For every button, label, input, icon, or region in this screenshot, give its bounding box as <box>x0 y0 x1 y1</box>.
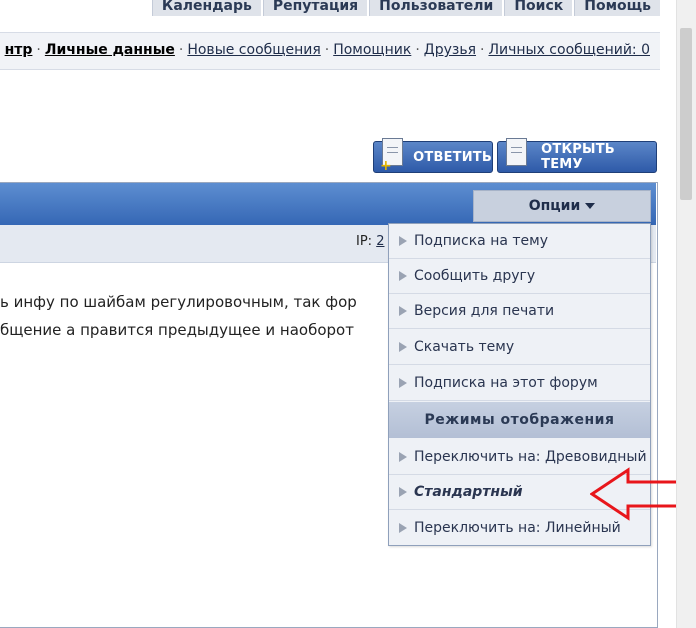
new-topic-button[interactable]: ОТКРЫТЬ ТЕМУ <box>497 138 657 173</box>
separator: · <box>36 42 41 58</box>
nav-search[interactable]: Поиск <box>504 0 573 16</box>
caret-down-icon <box>585 203 596 209</box>
user-links-bar: нтр · Личные данные · Новые сообщения · Помощн… <box>0 32 660 70</box>
reply-button[interactable]: + ОТВЕТИТЬ <box>373 138 493 174</box>
reply-button-label: ОТВЕТИТЬ <box>413 149 492 165</box>
menu-item-label: Переключить на: Древовидный <box>414 449 647 465</box>
post-text-line: бщение а правится предыдущее и наоборот <box>0 321 354 339</box>
link-control-center[interactable]: нтр <box>5 42 33 58</box>
menu-item-subscribe-topic[interactable]: Подписка на тему <box>389 224 650 259</box>
page-scrollbar[interactable] <box>676 0 696 628</box>
menu-item-label: Сообщить другу <box>414 268 536 284</box>
link-personal-data[interactable]: Личные данные <box>45 42 175 58</box>
menu-item-tell-friend[interactable]: Сообщить другу <box>389 259 650 294</box>
triangle-right-icon <box>399 378 407 388</box>
plus-icon: + <box>380 158 392 174</box>
menu-item-label: Версия для печати <box>414 303 555 319</box>
triangle-right-icon <box>399 342 407 352</box>
menu-item-print-version[interactable]: Версия для печати <box>389 294 650 329</box>
nav-reputation[interactable]: Репутация <box>262 0 368 16</box>
triangle-right-icon <box>399 452 407 462</box>
link-helper[interactable]: Помощник <box>333 42 411 58</box>
separator: · <box>415 42 420 58</box>
options-button[interactable]: Опции <box>473 190 651 222</box>
menu-item-label: Подписка на этот форум <box>414 375 598 391</box>
menu-item-label: Подписка на тему <box>414 233 549 249</box>
ip-info: IP: 2 <box>356 234 384 249</box>
menu-item-download-topic[interactable]: Скачать тему <box>389 330 650 365</box>
menu-item-label: Скачать тему <box>414 339 515 355</box>
triangle-right-icon <box>399 271 407 281</box>
top-nav: Календарь Репутация Пользователи Поиск П… <box>0 0 660 20</box>
options-label: Опции <box>528 198 581 214</box>
menu-item-label: Стандартный <box>414 484 523 500</box>
red-arrow-annotation <box>590 467 684 521</box>
triangle-right-icon <box>399 522 407 533</box>
user-links: нтр · Личные данные · Новые сообщения · Помощн… <box>5 42 650 58</box>
triangle-right-icon <box>399 487 407 497</box>
link-private-messages[interactable]: Личных сообщений: 0 <box>488 42 650 58</box>
link-friends[interactable]: Друзья <box>424 42 476 58</box>
document-icon <box>506 138 528 166</box>
new-topic-button-label: ОТКРЫТЬ ТЕМУ <box>541 142 615 172</box>
separator: · <box>178 42 184 58</box>
separator: · <box>324 42 330 58</box>
scrollbar-thumb[interactable] <box>680 28 692 200</box>
ip-link[interactable]: 2 <box>376 234 384 249</box>
ip-label: IP: <box>356 234 373 249</box>
nav-help[interactable]: Помощь <box>574 0 660 16</box>
top-nav-bar: Календарь Репутация Пользователи Поиск П… <box>151 0 660 20</box>
nav-calendar[interactable]: Календарь <box>151 0 261 16</box>
menu-item-subscribe-forum[interactable]: Подписка на этот форум <box>389 366 650 401</box>
display-modes-header: Режимы отображения <box>389 402 650 438</box>
triangle-right-icon <box>399 306 407 316</box>
separator: · <box>480 42 485 58</box>
link-new-messages[interactable]: Новые сообщения <box>187 42 320 58</box>
nav-users[interactable]: Пользователи <box>369 0 503 16</box>
post-text-line: ь инфу по шайбам регулировочным, так фор <box>0 293 357 311</box>
triangle-right-icon <box>399 236 407 246</box>
